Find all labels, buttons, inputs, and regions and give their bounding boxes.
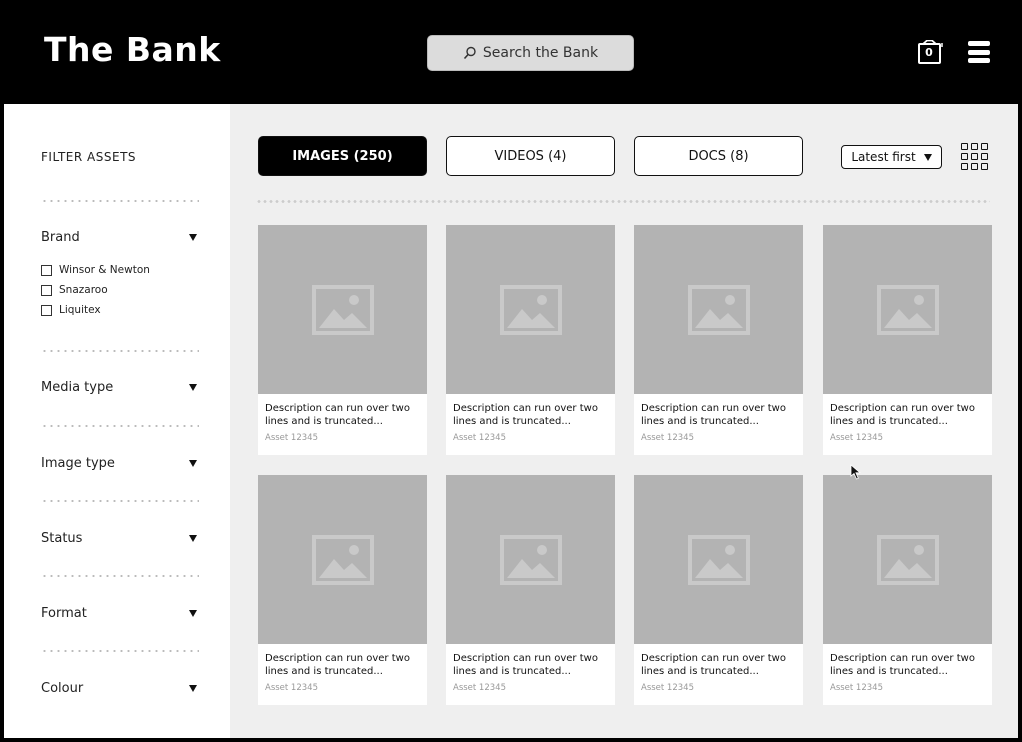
tab-images[interactable]: IMAGES (250) (258, 136, 427, 176)
facet-format[interactable]: Format (41, 606, 197, 621)
divider (41, 575, 199, 577)
asset-card[interactable]: Description can run over two lines and i… (823, 225, 992, 455)
asset-description: Description can run over two lines and i… (830, 403, 975, 427)
checkbox-label: Liquitex (59, 304, 101, 316)
asset-card[interactable]: Description can run over two lines and i… (258, 475, 427, 705)
checkbox[interactable] (41, 284, 52, 296)
asset-card[interactable]: Description can run over two lines and i… (446, 475, 615, 705)
asset-thumbnail[interactable] (258, 225, 427, 394)
checkbox-label: Winsor & Newton (59, 264, 150, 276)
mouse-cursor-icon (850, 464, 861, 480)
facet-colour[interactable]: Colour (41, 681, 197, 696)
cart-count: 0 (925, 46, 933, 59)
facet-media-type[interactable]: Media type (41, 380, 197, 395)
checkbox-option[interactable]: Liquitex (41, 304, 101, 316)
divider (41, 500, 199, 502)
image-placeholder-icon (877, 285, 939, 335)
asset-id: Asset 12345 (265, 683, 318, 693)
asset-results: IMAGES (250) VIDEOS (4) DOCS (8) Latest … (230, 104, 1018, 738)
search-placeholder: Search the Bank (482, 45, 599, 61)
checkbox-label: Snazaroo (59, 284, 108, 296)
checkbox[interactable] (41, 264, 52, 276)
asset-description: Description can run over two lines and i… (453, 403, 598, 427)
asset-description: Description can run over two lines and i… (641, 653, 786, 677)
image-placeholder-icon (312, 285, 374, 335)
search-bar[interactable]: Search the Bank (427, 35, 634, 71)
facet-label: Format (41, 606, 87, 621)
asset-id: Asset 12345 (641, 683, 694, 693)
sort-dropdown[interactable]: Latest first (841, 145, 942, 169)
asset-description: Description can run over two lines and i… (641, 403, 786, 427)
asset-id: Asset 12345 (453, 683, 506, 693)
asset-card[interactable]: Description can run over two lines and i… (634, 225, 803, 455)
hamburger-menu-icon[interactable] (968, 41, 990, 63)
caret-down-icon (189, 685, 197, 692)
asset-id: Asset 12345 (641, 433, 694, 443)
asset-id: Asset 12345 (830, 683, 883, 693)
search-icon (463, 46, 476, 60)
asset-thumbnail[interactable] (823, 475, 992, 644)
facet-brand[interactable]: Brand (41, 230, 197, 245)
checkbox-option[interactable]: Winsor & Newton (41, 264, 150, 276)
divider (41, 425, 199, 427)
caret-down-icon (189, 460, 197, 467)
divider (41, 200, 199, 202)
filter-sidebar: FILTER ASSETS Brand Winsor & Newton Snaz… (4, 104, 230, 738)
facet-image-type[interactable]: Image type (41, 456, 197, 471)
asset-thumbnail[interactable] (634, 475, 803, 644)
asset-thumbnail[interactable] (634, 225, 803, 394)
image-placeholder-icon (500, 535, 562, 585)
image-placeholder-icon (688, 285, 750, 335)
divider (41, 350, 199, 352)
tab-videos[interactable]: VIDEOS (4) (446, 136, 615, 176)
checkbox-option[interactable]: Snazaroo (41, 284, 108, 296)
asset-thumbnail[interactable] (446, 475, 615, 644)
filter-title: FILTER ASSETS (41, 150, 137, 164)
asset-thumbnail[interactable] (258, 475, 427, 644)
asset-thumbnail[interactable] (823, 225, 992, 394)
asset-card[interactable]: Description can run over two lines and i… (446, 225, 615, 455)
facet-label: Media type (41, 380, 114, 395)
asset-thumbnail[interactable] (446, 225, 615, 394)
divider (41, 650, 199, 652)
cart-button[interactable]: 0 (918, 40, 944, 64)
facet-label: Brand (41, 230, 80, 245)
image-placeholder-icon (877, 535, 939, 585)
asset-id: Asset 12345 (265, 433, 318, 443)
logo[interactable]: The Bank (44, 30, 221, 69)
asset-id: Asset 12345 (453, 433, 506, 443)
asset-card[interactable]: Description can run over two lines and i… (258, 225, 427, 455)
image-placeholder-icon (500, 285, 562, 335)
caret-down-icon (923, 153, 932, 161)
tab-docs[interactable]: DOCS (8) (634, 136, 803, 176)
asset-card[interactable]: Description can run over two lines and i… (634, 475, 803, 705)
image-placeholder-icon (312, 535, 374, 585)
asset-id: Asset 12345 (830, 433, 883, 443)
facet-label: Image type (41, 456, 115, 471)
divider (256, 200, 990, 203)
caret-down-icon (189, 610, 197, 617)
asset-description: Description can run over two lines and i… (453, 653, 598, 677)
top-bar: The Bank Search the Bank 0 (0, 0, 1022, 104)
caret-down-icon (189, 234, 197, 241)
facet-label: Status (41, 531, 83, 546)
sort-label: Latest first (851, 150, 916, 164)
facet-label: Colour (41, 681, 84, 696)
asset-description: Description can run over two lines and i… (265, 403, 410, 427)
checkbox[interactable] (41, 304, 52, 316)
caret-down-icon (189, 535, 197, 542)
asset-description: Description can run over two lines and i… (265, 653, 410, 677)
image-placeholder-icon (688, 535, 750, 585)
facet-status[interactable]: Status (41, 531, 197, 546)
grid-view-icon[interactable] (961, 143, 989, 171)
asset-card[interactable]: Description can run over two lines and i… (823, 475, 992, 705)
asset-description: Description can run over two lines and i… (830, 653, 975, 677)
caret-down-icon (189, 384, 197, 391)
